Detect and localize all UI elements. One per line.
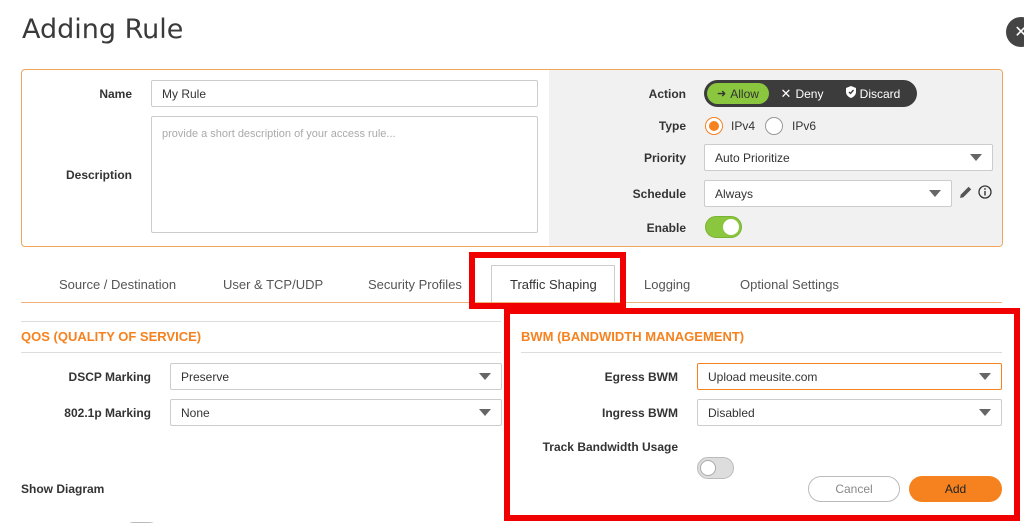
description-textarea[interactable]: provide a short description of your acce…: [151, 116, 538, 233]
dialog-title: Adding Rule: [22, 14, 184, 45]
tab-security-profiles[interactable]: Security Profiles: [368, 277, 462, 292]
close-icon: ✕: [1014, 24, 1024, 41]
arrow-right-icon: ➜: [717, 88, 727, 100]
action-label: Action: [648, 87, 686, 101]
description-placeholder: provide a short description of your acce…: [162, 128, 396, 140]
name-input[interactable]: My Rule: [151, 80, 538, 107]
type-ipv4-label: IPv4: [731, 119, 756, 133]
pencil-icon[interactable]: [958, 185, 973, 205]
priority-select[interactable]: Auto Prioritize: [704, 144, 993, 171]
action-discard-label: Discard: [859, 86, 901, 101]
priority-select-value: Auto Prioritize: [715, 150, 790, 165]
description-label: Description: [65, 168, 132, 182]
action-segmented-control: ➜ Allow ✕ Deny Discard: [704, 80, 917, 107]
dot1p-marking-value: None: [181, 405, 210, 420]
type-ipv4-radio[interactable]: [705, 117, 723, 135]
dscp-marking-select[interactable]: Preserve: [170, 363, 502, 390]
action-deny-label: Deny: [795, 86, 824, 101]
schedule-select-value: Always: [715, 186, 754, 201]
chevron-down-icon: [929, 190, 941, 197]
shield-icon: [845, 86, 856, 101]
tab-optional-settings[interactable]: Optional Settings: [740, 277, 839, 292]
dscp-marking-label: DSCP Marking: [68, 370, 151, 384]
schedule-label: Schedule: [632, 187, 686, 201]
enable-toggle[interactable]: [705, 216, 742, 238]
tab-source-destination[interactable]: Source / Destination: [59, 277, 176, 292]
tab-logging[interactable]: Logging: [644, 277, 690, 292]
schedule-select[interactable]: Always: [704, 180, 952, 207]
enable-label: Enable: [646, 221, 686, 235]
dscp-marking-value: Preserve: [181, 369, 230, 384]
info-icon[interactable]: [978, 185, 992, 204]
tab-highlight-box: [469, 252, 626, 309]
qos-title-divider: [21, 352, 501, 353]
tab-user-tcp-udp[interactable]: User & TCP/UDP: [223, 277, 323, 292]
qos-top-divider: [21, 321, 501, 322]
action-allow-button[interactable]: ➜ Allow: [707, 83, 769, 104]
chevron-down-icon: [479, 373, 491, 380]
name-input-value: My Rule: [162, 86, 207, 101]
priority-label: Priority: [643, 151, 686, 165]
dot1p-marking-label: 802.1p Marking: [64, 406, 151, 420]
chevron-down-icon: [970, 154, 982, 161]
show-diagram-label: Show Diagram: [21, 482, 105, 496]
chevron-down-icon: [479, 409, 491, 416]
qos-section-title: QOS (QUALITY OF SERVICE): [21, 329, 202, 344]
close-button[interactable]: ✕: [1006, 17, 1024, 47]
name-label: Name: [99, 87, 132, 101]
x-icon: ✕: [780, 85, 792, 101]
action-deny-button[interactable]: ✕ Deny: [769, 83, 835, 104]
action-allow-label: Allow: [730, 86, 759, 101]
dot1p-marking-select[interactable]: None: [170, 399, 502, 426]
action-discard-button[interactable]: Discard: [835, 83, 911, 104]
bwm-highlight-box: [504, 308, 1020, 521]
type-ipv6-radio[interactable]: [765, 117, 783, 135]
type-ipv6-label: IPv6: [792, 119, 817, 133]
type-label: Type: [658, 119, 686, 133]
